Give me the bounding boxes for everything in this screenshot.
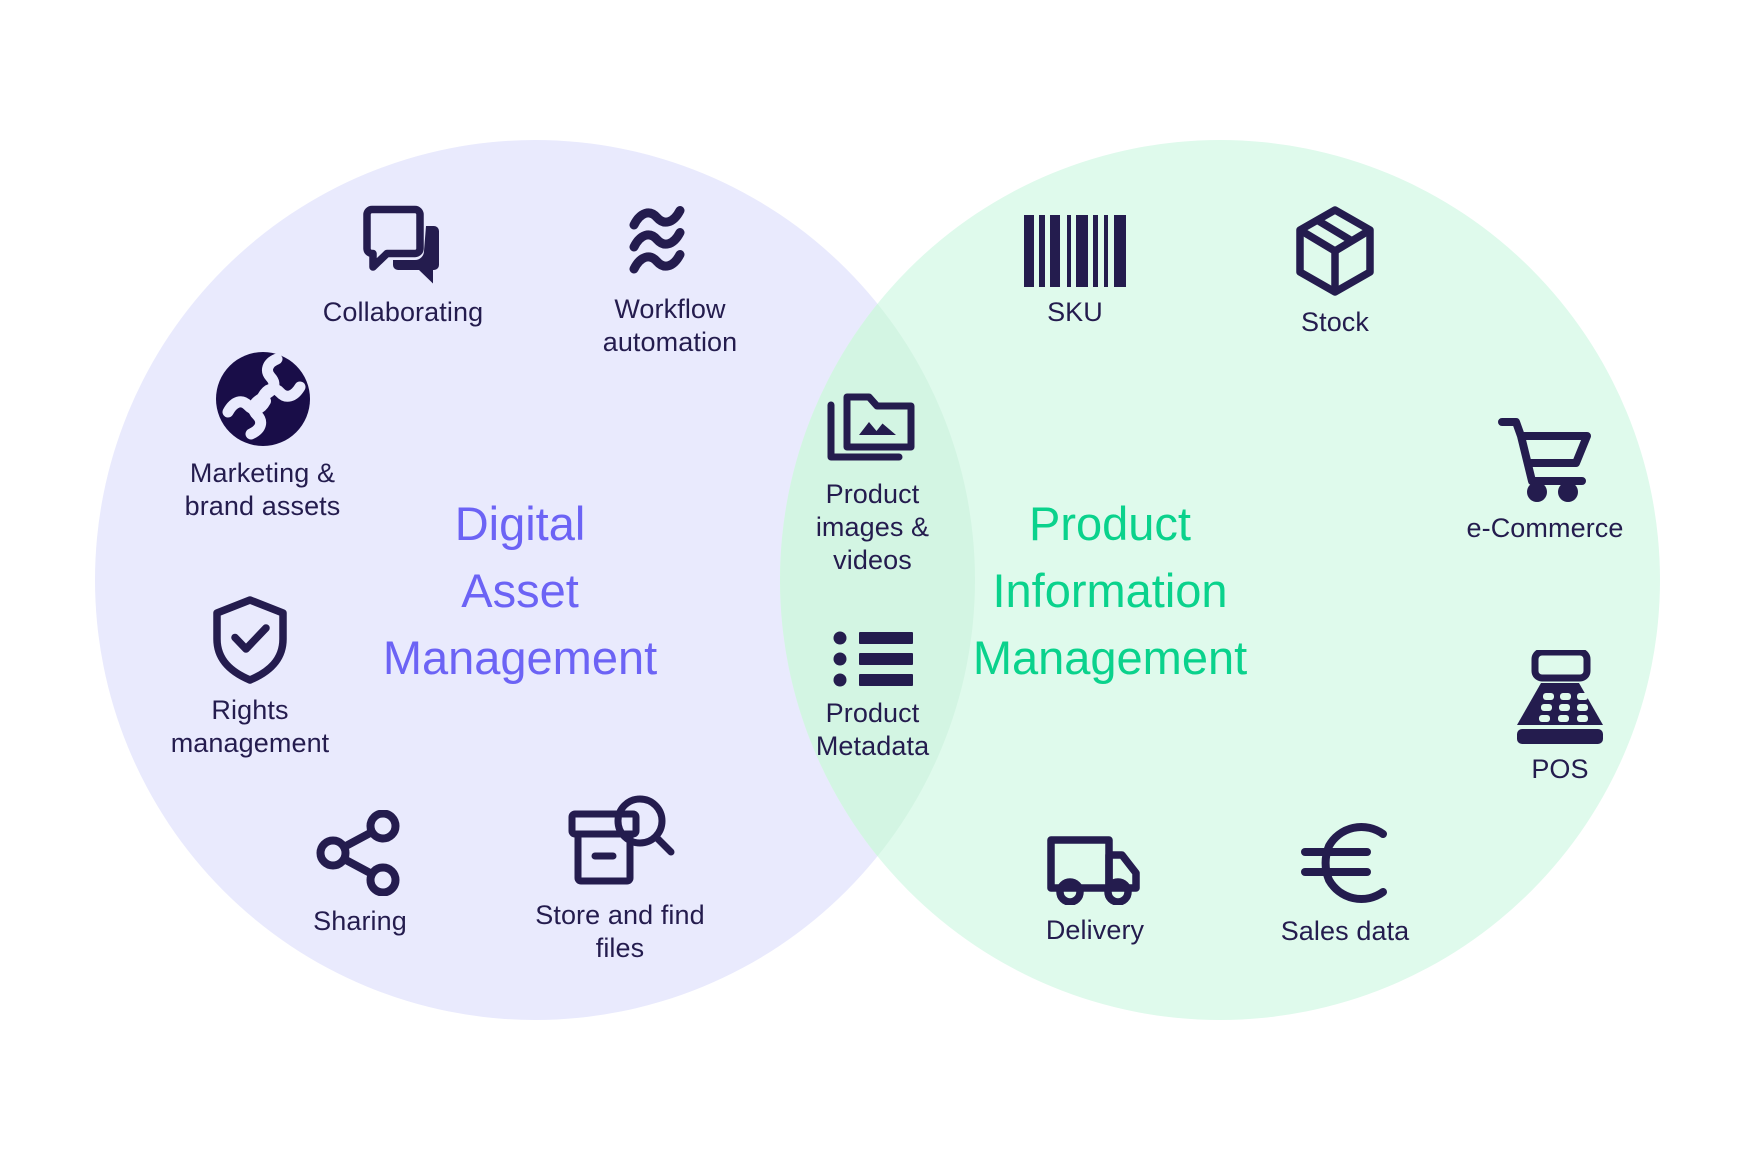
delivery-truck-icon <box>1046 835 1144 905</box>
node-label: Stock <box>1300 307 1370 337</box>
node-label: POS <box>1531 754 1589 784</box>
waves-icon <box>624 200 716 284</box>
shield-check-icon <box>209 595 291 685</box>
node-workflow-automation[interactable]: Workflow automation <box>555 200 785 359</box>
node-label: e-Commerce <box>1466 513 1624 543</box>
left-circle-title: Digital Asset Management <box>382 497 658 685</box>
node-product-metadata[interactable]: Product Metadata <box>790 630 955 763</box>
shopping-cart-icon <box>1498 415 1592 503</box>
venn-diagram: Digital Asset Management Product Informa… <box>0 0 1760 1174</box>
node-marketing-brand-assets[interactable]: Marketing & brand assets <box>140 350 385 523</box>
share-nodes-icon <box>316 810 404 896</box>
cash-register-icon <box>1512 650 1608 744</box>
node-collaborating[interactable]: Collaborating <box>303 205 503 329</box>
node-ecommerce[interactable]: e-Commerce <box>1420 415 1670 545</box>
node-label: Sharing <box>313 906 407 936</box>
bullet-list-icon <box>833 630 913 688</box>
node-label: Product Metadata <box>815 698 930 761</box>
node-label: SKU <box>1047 297 1103 327</box>
node-delivery[interactable]: Delivery <box>1000 835 1190 947</box>
node-rights-management[interactable]: Rights management <box>130 595 370 760</box>
venn-circles <box>95 140 1660 1020</box>
node-sku[interactable]: SKU <box>985 215 1165 329</box>
node-sales-data[interactable]: Sales data <box>1240 820 1450 948</box>
node-label: Store and find files <box>535 900 705 963</box>
barcode-icon <box>1024 215 1126 287</box>
node-pos[interactable]: POS <box>1470 650 1650 786</box>
node-label: Workflow automation <box>602 294 738 357</box>
node-label: Delivery <box>1045 915 1145 945</box>
node-product-images-videos[interactable]: Product images & videos <box>790 385 955 577</box>
euro-sign-icon <box>1299 820 1391 906</box>
node-label: Collaborating <box>322 297 484 327</box>
node-stock[interactable]: Stock <box>1245 205 1425 339</box>
box-search-icon <box>564 790 676 890</box>
right-circle-title: Product Information Management <box>972 497 1248 685</box>
brand-swirl-icon <box>214 350 312 448</box>
node-label: Product images & videos <box>815 479 930 575</box>
node-label: Marketing & brand assets <box>184 458 341 521</box>
node-sharing[interactable]: Sharing <box>265 810 455 938</box>
image-folder-icon <box>825 385 921 469</box>
node-label: Rights management <box>170 695 330 758</box>
chat-bubbles-icon <box>360 205 446 287</box>
node-label: Sales data <box>1280 916 1410 946</box>
node-store-and-find-files[interactable]: Store and find files <box>495 790 745 965</box>
cube-box-icon <box>1292 205 1378 297</box>
